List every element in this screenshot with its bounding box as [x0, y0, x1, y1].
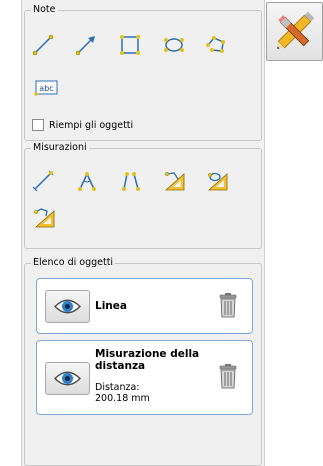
annotation-panel: Note abc Riempi gli oggetti Misurazioni …	[21, 0, 265, 466]
trash-icon	[219, 293, 237, 318]
angle-icon	[78, 172, 96, 191]
objects-legend: Elenco di oggetti	[33, 257, 114, 268]
line-tool[interactable]	[32, 34, 54, 56]
object-detail: Distanza: 200.18 mm	[95, 382, 150, 404]
ellipse-tool[interactable]	[163, 34, 185, 56]
object-label: Misurazione della distanza	[95, 348, 200, 372]
arrow-icon	[75, 36, 95, 56]
eye-icon	[54, 299, 81, 314]
text-tool-label: abc	[39, 84, 53, 93]
delete-object-button[interactable]	[218, 363, 238, 389]
line-icon	[32, 34, 54, 56]
trash-icon	[219, 364, 237, 389]
text-icon: abc	[34, 80, 58, 96]
area-ruler-icon	[164, 172, 185, 191]
rectangle-icon	[120, 35, 140, 55]
measurements-group: Misurazioni	[24, 143, 262, 249]
rectangle-tool[interactable]	[119, 34, 141, 56]
area-ruler-icon	[207, 172, 228, 191]
area-measure-tool-2[interactable]	[207, 170, 229, 192]
object-item-distance[interactable]: Misurazione della distanza Distanza: 200…	[36, 340, 253, 415]
area-measure-tool-3[interactable]	[34, 207, 56, 229]
close-pencil-icon	[277, 11, 315, 49]
measurements-legend: Misurazioni	[33, 142, 87, 153]
arrow-tool[interactable]	[75, 34, 97, 56]
close-annotations-button[interactable]	[266, 2, 323, 61]
object-item-line[interactable]: Linea	[36, 278, 253, 334]
open-angle-icon	[122, 172, 140, 191]
note-legend: Note	[33, 4, 56, 15]
fill-objects-checkbox[interactable]: Riempi gli oggetti	[32, 119, 133, 131]
visibility-toggle-button[interactable]	[45, 290, 90, 323]
text-tool[interactable]: abc	[34, 78, 60, 98]
checkbox-box[interactable]	[32, 119, 44, 131]
open-angle-measure-tool[interactable]	[120, 170, 142, 192]
polygon-icon	[206, 36, 225, 53]
angle-measure-tool[interactable]	[76, 170, 98, 192]
eye-icon	[54, 371, 81, 386]
object-label: Linea	[95, 300, 127, 312]
ellipse-icon	[164, 38, 184, 52]
polygon-tool[interactable]	[205, 34, 227, 56]
fill-objects-label: Riempi gli oggetti	[49, 119, 134, 131]
delete-object-button[interactable]	[218, 292, 238, 318]
distance-icon	[32, 170, 54, 192]
visibility-toggle-button[interactable]	[45, 362, 90, 395]
area-measure-tool-1[interactable]	[164, 170, 186, 192]
area-ruler-icon	[34, 208, 55, 228]
distance-measure-tool[interactable]	[32, 170, 54, 192]
